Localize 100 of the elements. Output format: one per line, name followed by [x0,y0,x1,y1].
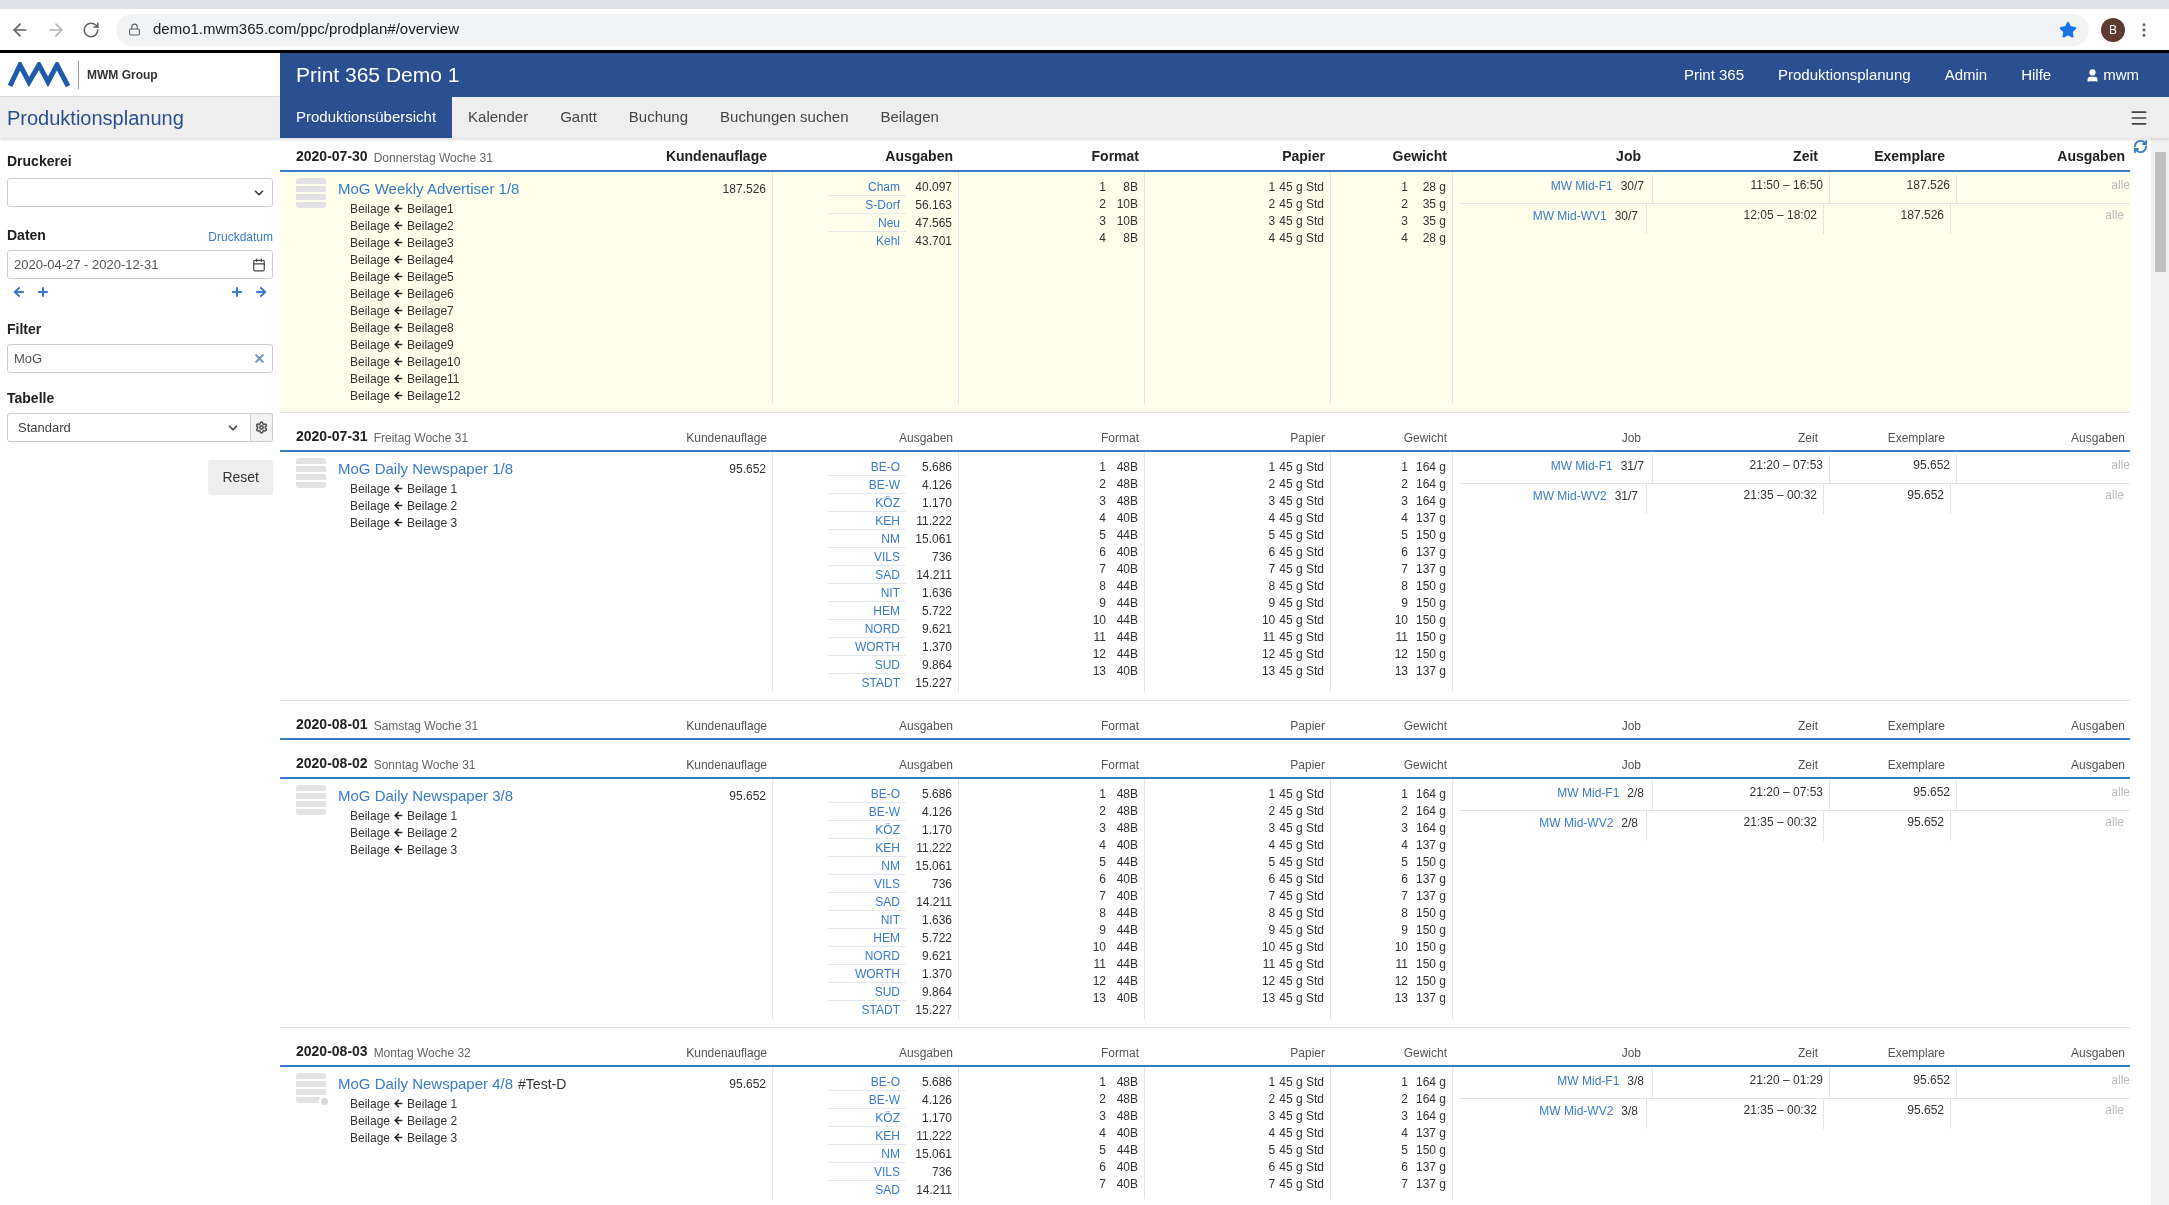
job-link[interactable]: MW Mid-F1 [1550,176,1613,195]
edition-link[interactable]: WORTH [828,638,906,656]
edition-link[interactable]: SUD [828,983,906,1001]
production-title[interactable]: MoG Daily Newspaper 1/8 [338,457,514,481]
nav-tab[interactable]: Gantt [544,97,613,138]
arrow-left-icon[interactable] [12,285,26,299]
job-link[interactable]: MW Mid-F1 [1557,783,1620,802]
edition-count: 11.222 [915,1128,952,1145]
plus-icon[interactable] [36,285,50,299]
production-title[interactable]: MoG Daily Newspaper 4/8 [338,1072,514,1096]
settings-button[interactable] [251,413,273,442]
insert-label: Beilage [350,514,391,532]
print-date-link[interactable]: Druckdatum [208,228,273,246]
edition-link[interactable]: NM [828,530,906,548]
edition-link[interactable]: HEM [828,602,906,620]
refresh-icon[interactable] [2133,139,2148,154]
edition-link[interactable]: VILS [828,875,906,893]
edition-link[interactable]: WORTH [828,965,906,983]
filter-field[interactable]: MoG [7,344,273,373]
production-title[interactable]: MoG Weekly Advertiser 1/8 [338,177,520,201]
date-range-field[interactable]: 2020-04-27 - 2020-12-31 [7,250,273,279]
job-link[interactable]: MW Mid-F1 [1557,1071,1620,1090]
row-value: 44B [1115,1141,1138,1159]
edition-link[interactable]: STADT [828,1001,906,1019]
row-value: 44B [1115,972,1138,990]
edition-link[interactable]: NORD [828,947,906,965]
edition-link[interactable]: KÖZ [828,494,906,512]
row-value: 45 g Std [1279,577,1324,595]
edition-link[interactable]: KEH [828,1127,906,1145]
job-editions: alle [2111,1072,2130,1089]
nav-tab[interactable]: Produktionsübersicht [280,97,453,138]
edition-link[interactable]: NM [828,1145,906,1163]
edition-link[interactable]: SAD [828,1181,906,1199]
insert-label: Beilage [350,1095,391,1113]
edition-link[interactable]: KÖZ [828,1109,906,1127]
edition-link[interactable]: KÖZ [828,821,906,839]
nav-link[interactable]: Produktionsplanung [1778,63,1911,87]
job-link[interactable]: MW Mid-F1 [1550,456,1613,475]
row-value: 45 g Std [1279,1158,1324,1176]
edition-link[interactable]: KEH [828,512,906,530]
reload-icon[interactable] [82,20,100,39]
edition-link[interactable]: BE-O [828,1073,906,1091]
scrollbar[interactable] [2151,138,2169,1205]
address-bar[interactable]: demo1.mwm365.com/ppc/prodplan#/overview [116,13,2089,46]
edition-link[interactable]: HEM [828,929,906,947]
row-number: 10 [1394,611,1408,629]
edition-link[interactable]: S-Dorf [828,196,906,214]
row-number: 9 [1268,594,1276,612]
edition-link[interactable]: STADT [828,674,906,692]
edition-link[interactable]: NIT [828,584,906,602]
job-copies: 95.652 [1913,784,1950,801]
job-date: 31/7 [1620,457,1644,475]
edition-link[interactable]: SAD [828,893,906,911]
row-number: 4 [1268,229,1276,247]
nav-tab[interactable]: Kalender [452,97,545,138]
nav-link[interactable]: Admin [1944,63,1988,87]
edition-link[interactable]: BE-W [828,1091,906,1109]
clear-icon[interactable] [253,352,266,365]
edition-link[interactable]: BE-W [828,476,906,494]
edition-link[interactable]: SUD [828,656,906,674]
job-copies: 95.652 [1913,457,1950,474]
edition-link[interactable]: Cham [828,178,906,196]
table-select[interactable]: Standard [7,413,251,442]
reset-button[interactable]: Reset [208,460,273,495]
edition-link[interactable]: BE-O [828,458,906,476]
row-number: 3 [1268,492,1276,510]
edition-link[interactable]: NIT [828,911,906,929]
edition-link[interactable]: NORD [828,620,906,638]
edition-link[interactable]: BE-W [828,803,906,821]
row-value: 164 g [1414,458,1446,476]
edition-link[interactable]: KEH [828,839,906,857]
nav-link[interactable]: Hilfe [2021,63,2052,87]
edition-link[interactable]: NM [828,857,906,875]
arrow-left-icon [393,390,405,401]
nav-tab[interactable]: Buchung [612,97,705,138]
job-link[interactable]: MW Mid-WV2 [1539,1102,1614,1120]
job-link[interactable]: MW Mid-WV2 [1539,814,1614,832]
edition-link[interactable]: VILS [828,548,906,566]
job-link[interactable]: MW Mid-WV2 [1532,487,1607,505]
insert-label: Beilage [350,200,391,218]
bookmark-star-icon[interactable] [2059,20,2077,39]
edition-link[interactable]: BE-O [828,785,906,803]
edition-link[interactable]: SAD [828,566,906,584]
row-number: 3 [1268,1107,1276,1125]
nav-tab[interactable]: Beilagen [864,97,955,138]
calendar-icon[interactable] [252,257,266,272]
production-title[interactable]: MoG Daily Newspaper 3/8 [338,784,514,808]
nav-tab[interactable]: Buchungen suchen [704,97,865,138]
profile-avatar[interactable]: B [2101,17,2125,42]
row-value: 45 g Std [1279,836,1324,854]
user-menu[interactable]: mwm [2085,63,2139,87]
nav-link[interactable]: Print 365 [1683,63,1744,87]
plus-icon[interactable] [230,285,244,299]
job-link[interactable]: MW Mid-WV1 [1532,207,1607,225]
edition-link[interactable]: VILS [828,1163,906,1181]
arrow-right-icon[interactable] [254,285,268,299]
row-number: 11 [1262,955,1276,973]
edition-link[interactable]: Neu [828,214,906,232]
row-number: 3 [1099,819,1106,837]
edition-link[interactable]: Kehl [828,232,906,250]
